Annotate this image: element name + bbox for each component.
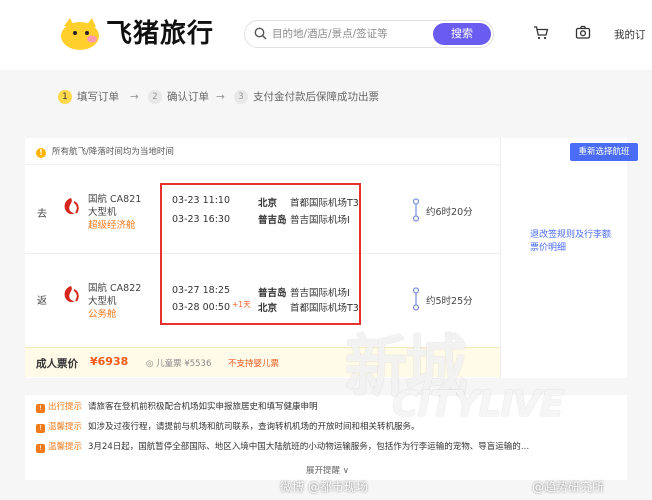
direction-return: 返 bbox=[37, 296, 47, 307]
flight-number: 国航 CA822 bbox=[88, 283, 142, 294]
step-3: 3 支付金付款后保障成功出票 bbox=[234, 88, 379, 106]
duration-icon bbox=[412, 198, 420, 222]
logo-text[interactable]: 飞猪旅行 bbox=[106, 14, 214, 54]
direction-outbound: 去 bbox=[37, 209, 47, 220]
highlight-box bbox=[160, 183, 361, 325]
air-china-logo-icon bbox=[64, 198, 79, 215]
duration-icon bbox=[412, 287, 420, 311]
expand-tips-button[interactable]: 展开提醒 ∨ bbox=[306, 464, 349, 476]
tip-icon: ! bbox=[36, 444, 45, 453]
tip-icon: ! bbox=[36, 424, 45, 433]
baggage-rules-link[interactable]: 退改签规则及行李额 bbox=[530, 229, 611, 241]
fare-details-link[interactable]: 票价明细 bbox=[530, 242, 566, 254]
info-icon: ! bbox=[36, 148, 46, 158]
adult-price-label: 成人票价 bbox=[36, 358, 78, 370]
flight-number: 国航 CA821 bbox=[88, 194, 142, 205]
camera-icon[interactable] bbox=[575, 25, 591, 40]
child-icon: ◎ bbox=[146, 359, 157, 369]
step-arrow: → bbox=[216, 91, 225, 103]
infant-unsupported: 不支持婴儿票 bbox=[228, 359, 280, 369]
search-icon bbox=[254, 27, 267, 40]
cabin-class: 公务舱 bbox=[88, 309, 117, 320]
step-2: 2 确认订单 bbox=[148, 88, 209, 106]
watermark-left: 微博 @都市现场 bbox=[280, 480, 368, 494]
cabin-class: 超级经济舱 bbox=[88, 220, 136, 231]
time-notice: ! 所有航飞/降落时间均为当地时间 bbox=[36, 146, 174, 158]
flight-duration: 约5时25分 bbox=[426, 296, 473, 307]
tip-item: ! 出行提示 请旅客在登机前积极配合机场如实申报旅居史和填写健康申明 bbox=[36, 401, 318, 414]
reselect-flight-button[interactable]: 重新选择航班 bbox=[570, 143, 638, 161]
search-button[interactable]: 搜索 bbox=[433, 23, 491, 45]
divider bbox=[25, 164, 500, 165]
child-price: ◎ 儿童票 ¥5536 bbox=[146, 359, 212, 369]
search-input[interactable] bbox=[272, 25, 422, 43]
watermark-right: @趋势研究所 bbox=[532, 480, 605, 494]
step-1: 1 填写订单 bbox=[58, 88, 119, 106]
my-orders-link[interactable]: 我的订 bbox=[614, 27, 646, 42]
watermark-logo-sub: CITYLIVE bbox=[392, 384, 564, 425]
tip-item: ! 温馨提示 3月24日起，国航暂停全部国际、地区入境中国大陆航班的小动物运输服务，… bbox=[36, 441, 529, 454]
cart-icon[interactable] bbox=[533, 25, 549, 40]
step-arrow: → bbox=[130, 91, 139, 103]
adult-price: ¥6938 bbox=[90, 355, 129, 368]
tip-item: ! 温馨提示 如涉及过夜行程，请提前与机场和航司联系，查询转机机场的开放时间和相关转… bbox=[36, 421, 420, 434]
plane-type: 大型机 bbox=[88, 296, 117, 307]
flight-side-panel bbox=[500, 138, 627, 378]
tip-icon: ! bbox=[36, 404, 45, 413]
flight-duration: 约6时20分 bbox=[426, 207, 473, 218]
plane-type: 大型机 bbox=[88, 207, 117, 218]
air-china-logo-icon bbox=[64, 286, 79, 303]
fliggy-logo-icon[interactable] bbox=[58, 16, 102, 52]
